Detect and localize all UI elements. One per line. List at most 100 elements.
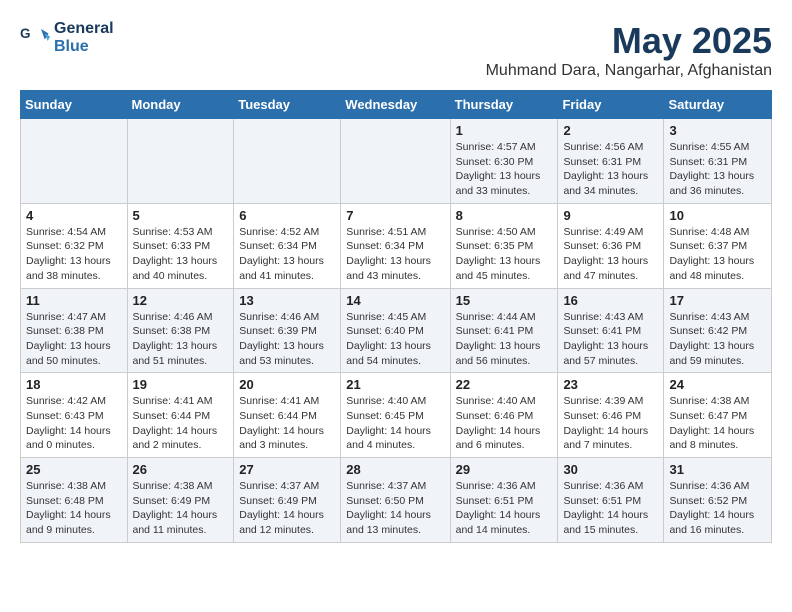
day-number: 21 [346,377,444,392]
day-number: 1 [456,123,553,138]
location: Muhmand Dara, Nangarhar, Afghanistan [486,62,772,80]
weekday-header: Tuesday [234,91,341,119]
calendar-cell: 25Sunrise: 4:38 AM Sunset: 6:48 PM Dayli… [21,458,128,543]
day-number: 7 [346,208,444,223]
page-header: G General Blue May 2025 Muhmand Dara, Na… [20,20,772,80]
calendar-cell: 23Sunrise: 4:39 AM Sunset: 6:46 PM Dayli… [558,373,664,458]
day-number: 9 [563,208,658,223]
calendar-cell: 3 Sunrise: 4:55 AM Sunset: 6:31 PM Daylig… [664,119,772,204]
day-info: Sunrise: 4:41 AM Sunset: 6:44 PM Dayligh… [239,394,335,453]
day-number: 28 [346,462,444,477]
day-info: Sunrise: 4:40 AM Sunset: 6:46 PM Dayligh… [456,394,553,453]
day-number: 14 [346,293,444,308]
calendar-cell: 1Sunrise: 4:57 AM Sunset: 6:30 PM Daylig… [450,119,558,204]
day-number: 16 [563,293,658,308]
day-info: Sunrise: 4:51 AM Sunset: 6:34 PM Dayligh… [346,225,444,284]
weekday-header: Thursday [450,91,558,119]
day-number: 13 [239,293,335,308]
day-info: Sunrise: 4:49 AM Sunset: 6:36 PM Dayligh… [563,225,658,284]
calendar-week-row: 11 Sunrise: 4:47 AM Sunset: 6:38 PM Dayli… [21,288,772,373]
day-info: Sunrise: 4:38 AM Sunset: 6:48 PM Dayligh… [26,479,122,538]
weekday-header: Saturday [664,91,772,119]
calendar-cell: 18 Sunrise: 4:42 AM Sunset: 6:43 PM Dayli… [21,373,128,458]
weekday-header: Friday [558,91,664,119]
calendar-cell: 27 Sunrise: 4:37 AM Sunset: 6:49 PM Dayli… [234,458,341,543]
day-number: 17 [669,293,766,308]
day-info: Sunrise: 4:46 AM Sunset: 6:38 PM Dayligh… [133,310,229,369]
day-info: Sunrise: 4:45 AM Sunset: 6:40 PM Dayligh… [346,310,444,369]
title-block: May 2025 Muhmand Dara, Nangarhar, Afghan… [486,20,772,80]
logo-text: General Blue [54,20,114,56]
calendar-cell: 4 Sunrise: 4:54 AM Sunset: 6:32 PM Daylig… [21,203,128,288]
day-info: Sunrise: 4:36 AM Sunset: 6:51 PM Dayligh… [456,479,553,538]
calendar-cell: 19Sunrise: 4:41 AM Sunset: 6:44 PM Dayli… [127,373,234,458]
calendar-cell: 7 Sunrise: 4:51 AM Sunset: 6:34 PM Daylig… [341,203,450,288]
day-number: 20 [239,377,335,392]
calendar-cell [234,119,341,204]
day-info: Sunrise: 4:50 AM Sunset: 6:35 PM Dayligh… [456,225,553,284]
calendar-cell: 26Sunrise: 4:38 AM Sunset: 6:49 PM Dayli… [127,458,234,543]
day-info: Sunrise: 4:42 AM Sunset: 6:43 PM Dayligh… [26,394,122,453]
day-info: Sunrise: 4:39 AM Sunset: 6:46 PM Dayligh… [563,394,658,453]
day-number: 12 [133,293,229,308]
calendar-cell: 24 Sunrise: 4:38 AM Sunset: 6:47 PM Dayli… [664,373,772,458]
day-info: Sunrise: 4:47 AM Sunset: 6:38 PM Dayligh… [26,310,122,369]
calendar-cell: 30 Sunrise: 4:36 AM Sunset: 6:51 PM Dayli… [558,458,664,543]
day-number: 10 [669,208,766,223]
month-title: May 2025 [486,20,772,62]
calendar-cell: 22 Sunrise: 4:40 AM Sunset: 6:46 PM Dayli… [450,373,558,458]
day-info: Sunrise: 4:38 AM Sunset: 6:47 PM Dayligh… [669,394,766,453]
day-info: Sunrise: 4:37 AM Sunset: 6:49 PM Dayligh… [239,479,335,538]
day-info: Sunrise: 4:40 AM Sunset: 6:45 PM Dayligh… [346,394,444,453]
day-number: 11 [26,293,122,308]
calendar-week-row: 1Sunrise: 4:57 AM Sunset: 6:30 PM Daylig… [21,119,772,204]
calendar-cell: 21 Sunrise: 4:40 AM Sunset: 6:45 PM Dayli… [341,373,450,458]
day-number: 30 [563,462,658,477]
day-info: Sunrise: 4:52 AM Sunset: 6:34 PM Dayligh… [239,225,335,284]
day-info: Sunrise: 4:36 AM Sunset: 6:51 PM Dayligh… [563,479,658,538]
calendar-cell: 29 Sunrise: 4:36 AM Sunset: 6:51 PM Dayli… [450,458,558,543]
calendar-week-row: 18 Sunrise: 4:42 AM Sunset: 6:43 PM Dayli… [21,373,772,458]
weekday-header: Sunday [21,91,128,119]
day-info: Sunrise: 4:38 AM Sunset: 6:49 PM Dayligh… [133,479,229,538]
calendar-table: SundayMondayTuesdayWednesdayThursdayFrid… [20,90,772,543]
logo-icon: G [20,23,50,53]
day-number: 8 [456,208,553,223]
day-number: 6 [239,208,335,223]
calendar-cell [21,119,128,204]
day-info: Sunrise: 4:56 AM Sunset: 6:31 PM Dayligh… [563,140,658,199]
header-row: SundayMondayTuesdayWednesdayThursdayFrid… [21,91,772,119]
logo: G General Blue [20,20,114,56]
calendar-cell: 16 Sunrise: 4:43 AM Sunset: 6:41 PM Dayli… [558,288,664,373]
day-info: Sunrise: 4:46 AM Sunset: 6:39 PM Dayligh… [239,310,335,369]
svg-text:G: G [20,26,31,41]
calendar-cell: 13 Sunrise: 4:46 AM Sunset: 6:39 PM Dayli… [234,288,341,373]
day-number: 22 [456,377,553,392]
calendar-cell: 10 Sunrise: 4:48 AM Sunset: 6:37 PM Dayli… [664,203,772,288]
calendar-cell [127,119,234,204]
day-info: Sunrise: 4:55 AM Sunset: 6:31 PM Dayligh… [669,140,766,199]
calendar-body: 1Sunrise: 4:57 AM Sunset: 6:30 PM Daylig… [21,119,772,543]
day-number: 15 [456,293,553,308]
day-number: 18 [26,377,122,392]
day-info: Sunrise: 4:37 AM Sunset: 6:50 PM Dayligh… [346,479,444,538]
day-number: 19 [133,377,229,392]
calendar-cell: 12 Sunrise: 4:46 AM Sunset: 6:38 PM Dayli… [127,288,234,373]
calendar-cell: 2 Sunrise: 4:56 AM Sunset: 6:31 PM Daylig… [558,119,664,204]
day-number: 29 [456,462,553,477]
day-info: Sunrise: 4:43 AM Sunset: 6:41 PM Dayligh… [563,310,658,369]
day-number: 3 [669,123,766,138]
day-info: Sunrise: 4:48 AM Sunset: 6:37 PM Dayligh… [669,225,766,284]
day-info: Sunrise: 4:44 AM Sunset: 6:41 PM Dayligh… [456,310,553,369]
calendar-cell: 8 Sunrise: 4:50 AM Sunset: 6:35 PM Daylig… [450,203,558,288]
calendar-cell: 14 Sunrise: 4:45 AM Sunset: 6:40 PM Dayli… [341,288,450,373]
day-number: 4 [26,208,122,223]
day-info: Sunrise: 4:54 AM Sunset: 6:32 PM Dayligh… [26,225,122,284]
day-number: 2 [563,123,658,138]
day-number: 24 [669,377,766,392]
calendar-cell [341,119,450,204]
calendar-header: SundayMondayTuesdayWednesdayThursdayFrid… [21,91,772,119]
calendar-cell: 31Sunrise: 4:36 AM Sunset: 6:52 PM Dayli… [664,458,772,543]
day-number: 27 [239,462,335,477]
day-info: Sunrise: 4:43 AM Sunset: 6:42 PM Dayligh… [669,310,766,369]
